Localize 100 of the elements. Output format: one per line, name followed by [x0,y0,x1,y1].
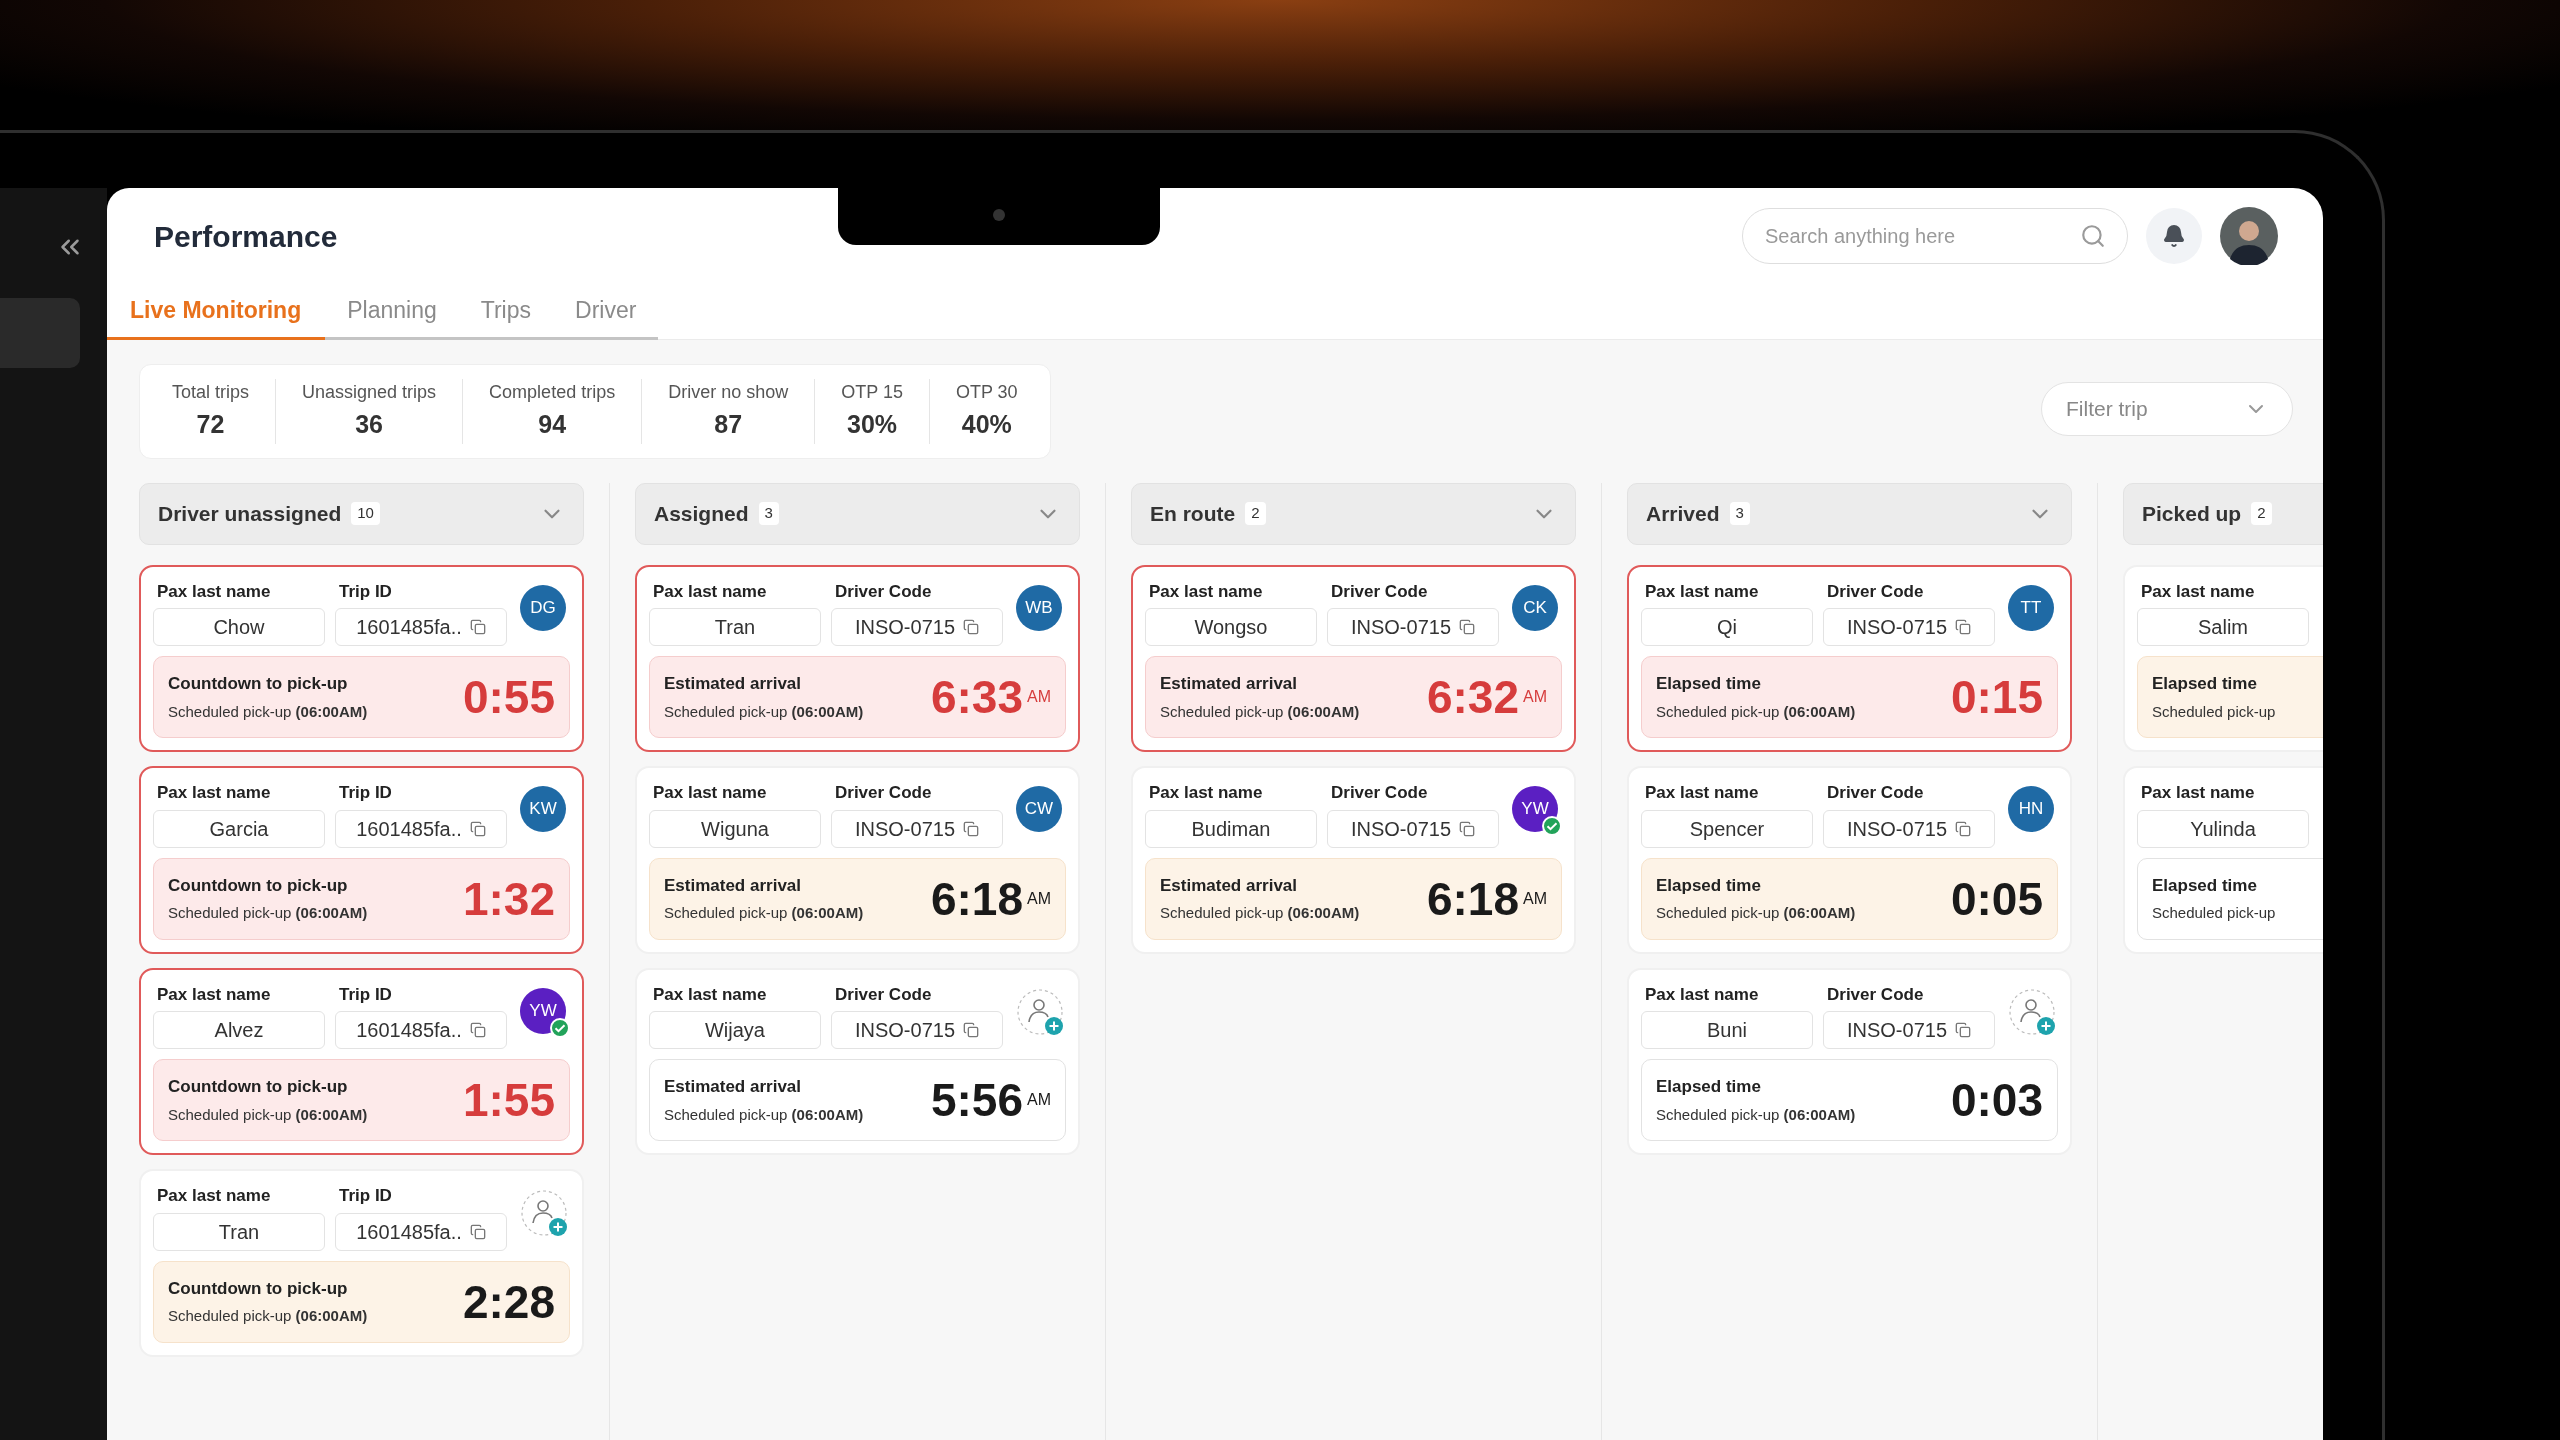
search-field[interactable]: Search anything here [1742,208,2128,264]
pax-name-field: Salim [2137,608,2309,646]
time-value: 1:55 [462,1077,555,1123]
driver-avatar: CW [1016,786,1062,832]
assign-driver-icon[interactable] [2008,987,2058,1038]
assign-driver-icon[interactable] [520,1189,570,1239]
column-header[interactable]: Picked up 2 [2123,482,2323,545]
time-value: 0:03 [1950,1077,2043,1123]
pax-name-field: Wongso [1145,608,1317,646]
field-label: Driver Code [834,782,933,804]
time-label: Elapsed time [1656,1076,1762,1098]
copy-icon[interactable] [1459,820,1476,837]
filter-dropdown[interactable]: Filter trip [2041,382,2293,436]
field-label: Driver Code [834,983,933,1006]
copy-icon[interactable] [1955,619,1972,635]
stat-label: Driver no show [668,381,789,404]
field-label: Pax last name [156,782,272,804]
column-header[interactable]: En route 2 [1131,482,1576,545]
time-label: Estimated arrival [664,1076,802,1098]
copy-icon[interactable] [1955,820,1972,837]
column-title: Picked up [2142,500,2242,527]
column-title: Driver unassigned [158,500,342,527]
field-label: Driver Code [1826,983,1925,1006]
driver-avatar: WB [1016,584,1062,631]
count-badge: 2 [2251,502,2272,525]
time-value: 6:32 [1426,674,1519,720]
time-label: Countdown to pick-up [168,1277,349,1300]
time-label: Estimated arrival [664,673,802,695]
camera-icon [993,209,1005,221]
field-label: Driver Code [1330,782,1429,804]
column-header[interactable]: Arrived 3 [1627,482,2072,545]
page-title: Performance [154,218,338,255]
field-label: Pax last name [652,782,768,804]
column-header[interactable]: Driver unassigned 10 [139,482,584,545]
time-suffix: AM [1523,888,1547,909]
field-label: Driver Code [834,580,933,603]
count-badge: 3 [1729,502,1750,525]
scheduled-pickup: Scheduled pick-up [2152,903,2276,923]
time-value: 0:15 [1950,674,2043,720]
notification-button[interactable] [2146,208,2202,264]
field-label: Driver Code [1330,580,1429,603]
field-label: Trip ID [338,1185,393,1207]
scheduled-pickup: Scheduled pick-up (06:00AM) [168,1306,368,1326]
pax-name-field: Garcia [153,809,325,848]
time-value: 6:33 [930,674,1023,720]
verified-icon [550,1017,570,1038]
stat-value: 87 [714,409,743,440]
driver-avatar: HN [2008,786,2054,832]
pax-name-field: Alvez [153,1011,325,1049]
scheduled-pickup: Scheduled pick-up [2152,701,2276,722]
time-label: Estimated arrival [1160,874,1298,897]
column-header[interactable]: Assigned 3 [635,482,1080,545]
time-label: Elapsed time [2152,673,2258,695]
field-label: Pax last name [2140,580,2256,603]
copy-icon[interactable] [963,619,980,635]
pax-name-field: Tran [649,608,821,646]
time-label: Countdown to pick-up [168,673,349,695]
search-icon[interactable] [2080,223,2106,249]
count-badge: 3 [758,502,779,525]
time-suffix: AM [1027,888,1051,909]
field-label: Driver Code [1826,580,1925,603]
verified-icon [1542,816,1562,836]
driver-avatar: TT [2008,584,2054,631]
driver-avatar: KW [520,786,566,832]
pax-name-field: Wiguna [649,809,821,848]
copy-icon[interactable] [963,820,980,837]
time-value: 6:18 [930,875,1023,922]
scheduled-pickup: Scheduled pick-up (06:00AM) [1160,903,1360,923]
field-label: Pax last name [2140,782,2256,804]
time-suffix: AM [1027,1090,1051,1110]
copy-icon[interactable] [1955,1022,1972,1038]
scheduled-pickup: Scheduled pick-up (06:00AM) [664,903,864,923]
assign-driver-icon[interactable] [1016,987,1066,1038]
scheduled-pickup: Scheduled pick-up (06:00AM) [168,701,368,722]
time-value: 6:18 [1426,875,1519,922]
copy-icon[interactable] [469,820,486,837]
copy-icon[interactable] [469,1223,486,1240]
pax-name-field: Chow [153,608,325,646]
stat-value: 40% [961,409,1012,440]
column-title: En route [1150,500,1236,527]
time-suffix: AM [1027,687,1051,707]
time-label: Estimated arrival [1160,673,1298,695]
stat-label: OTP 30 [955,381,1018,404]
time-label: Estimated arrival [664,874,802,897]
time-value: 2:28 [462,1278,555,1325]
copy-icon[interactable] [469,619,486,635]
stat-label: Completed trips [489,381,616,404]
bell-icon [2162,224,2186,248]
copy-icon[interactable] [1459,619,1476,635]
count-badge: 10 [351,502,380,525]
field-label: Pax last name [652,983,768,1006]
copy-icon[interactable] [963,1022,980,1038]
copy-icon[interactable] [469,1022,486,1038]
column-title: Assigned [654,500,749,527]
column-title: Arrived [1646,500,1720,527]
profile-avatar[interactable] [2220,207,2278,265]
scheduled-pickup: Scheduled pick-up (06:00AM) [1656,1104,1856,1125]
count-badge: 2 [1245,502,1266,525]
field-label: Pax last name [1148,580,1264,603]
pax-name-field: Spencer [1641,809,1813,848]
